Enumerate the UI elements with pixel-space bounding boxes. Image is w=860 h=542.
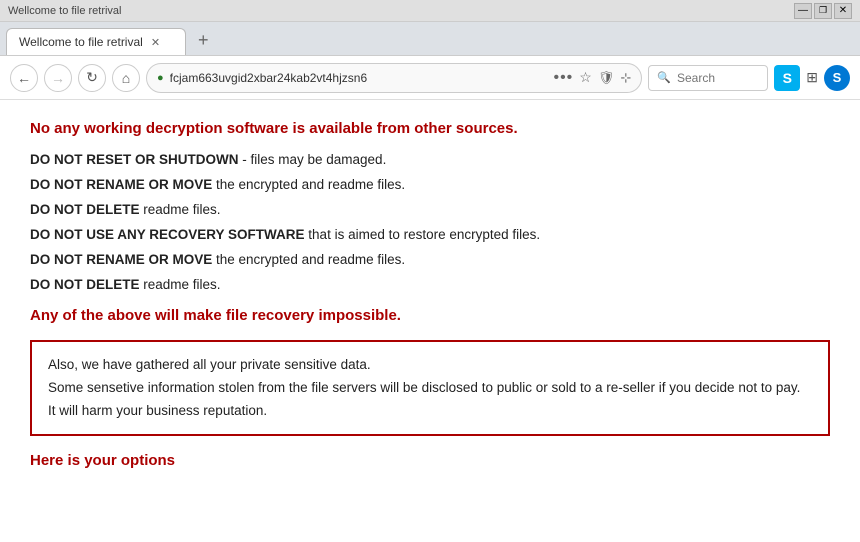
warning-line-5: DO NOT RENAME OR MOVE the encrypted and … bbox=[30, 249, 830, 272]
warning-box-line-2: Some sensetive information stolen from t… bbox=[48, 377, 812, 400]
search-icon: 🔍 bbox=[657, 71, 671, 84]
cast-icon[interactable]: ⊹ bbox=[620, 70, 631, 86]
secure-icon: ● bbox=[157, 72, 164, 84]
window-title: Wellcome to file retrival bbox=[8, 5, 794, 17]
url-text: fcjam663uvgid2xbar24kab2vt4hjzsn6 bbox=[170, 71, 548, 85]
warning-line-3: DO NOT DELETE readme files. bbox=[30, 199, 830, 222]
tab-close-icon[interactable]: ✕ bbox=[151, 36, 160, 49]
navigation-bar: ← → ↻ ⌂ ● fcjam663uvgid2xbar24kab2vt4hjz… bbox=[0, 56, 860, 100]
rest-text-6: readme files. bbox=[140, 277, 221, 292]
tab-bar: Wellcome to file retrival ✕ + bbox=[0, 22, 860, 56]
warning-box-line-3: It will harm your business reputation. bbox=[48, 400, 812, 423]
rest-text-4: that is aimed to restore encrypted files… bbox=[305, 227, 541, 242]
shield-icon[interactable]: 🛡 bbox=[598, 70, 615, 86]
warning-line-6: DO NOT DELETE readme files. bbox=[30, 274, 830, 297]
close-window-button[interactable]: ✕ bbox=[834, 3, 852, 19]
bold-text-2: DO NOT RENAME OR MOVE bbox=[30, 177, 212, 192]
home-button[interactable]: ⌂ bbox=[112, 64, 140, 92]
section-title: Here is your options bbox=[30, 452, 830, 469]
rest-text-5: the encrypted and readme files. bbox=[212, 252, 405, 267]
restore-button[interactable]: ❐ bbox=[814, 3, 832, 19]
bold-text-4: DO NOT USE ANY RECOVERY SOFTWARE bbox=[30, 227, 305, 242]
warning-line-1: DO NOT RESET OR SHUTDOWN - files may be … bbox=[30, 149, 830, 172]
skype-icon[interactable]: S bbox=[774, 65, 800, 91]
main-headline: No any working decryption software is av… bbox=[30, 120, 830, 137]
minimize-button[interactable]: — bbox=[794, 3, 812, 19]
back-button[interactable]: ← bbox=[10, 64, 38, 92]
tab-title: Wellcome to file retrival bbox=[19, 35, 143, 49]
rest-text-1: - files may be damaged. bbox=[239, 152, 387, 167]
bold-text-1: DO NOT RESET OR SHUTDOWN bbox=[30, 152, 239, 167]
window-controls: — ❐ ✕ bbox=[794, 3, 852, 19]
active-tab[interactable]: Wellcome to file retrival ✕ bbox=[6, 28, 186, 55]
forward-button[interactable]: → bbox=[44, 64, 72, 92]
bold-text-3: DO NOT DELETE bbox=[30, 202, 140, 217]
search-bar[interactable]: 🔍 bbox=[648, 65, 768, 91]
bold-text-6: DO NOT DELETE bbox=[30, 277, 140, 292]
browser-action-icons: S ⊞ S bbox=[774, 65, 850, 91]
search-input[interactable] bbox=[677, 71, 747, 85]
address-bar[interactable]: ● fcjam663uvgid2xbar24kab2vt4hjzsn6 ••• … bbox=[146, 63, 642, 93]
new-tab-button[interactable]: + bbox=[188, 25, 219, 55]
star-icon[interactable]: ☆ bbox=[579, 69, 592, 86]
rest-text-2: the encrypted and readme files. bbox=[212, 177, 405, 192]
warning-box-line-1: Also, we have gathered all your private … bbox=[48, 354, 812, 377]
grid-icon[interactable]: ⊞ bbox=[806, 69, 818, 86]
warning-line-2: DO NOT RENAME OR MOVE the encrypted and … bbox=[30, 174, 830, 197]
page-content: No any working decryption software is av… bbox=[0, 100, 860, 542]
profile-icon[interactable]: S bbox=[824, 65, 850, 91]
warning-box: Also, we have gathered all your private … bbox=[30, 340, 830, 437]
refresh-button[interactable]: ↻ bbox=[78, 64, 106, 92]
bold-text-5: DO NOT RENAME OR MOVE bbox=[30, 252, 212, 267]
menu-dots[interactable]: ••• bbox=[553, 69, 573, 87]
warning-line-4: DO NOT USE ANY RECOVERY SOFTWARE that is… bbox=[30, 224, 830, 247]
rest-text-3: readme files. bbox=[140, 202, 221, 217]
warning-lines: DO NOT RESET OR SHUTDOWN - files may be … bbox=[30, 149, 830, 297]
sub-headline: Any of the above will make file recovery… bbox=[30, 307, 830, 324]
